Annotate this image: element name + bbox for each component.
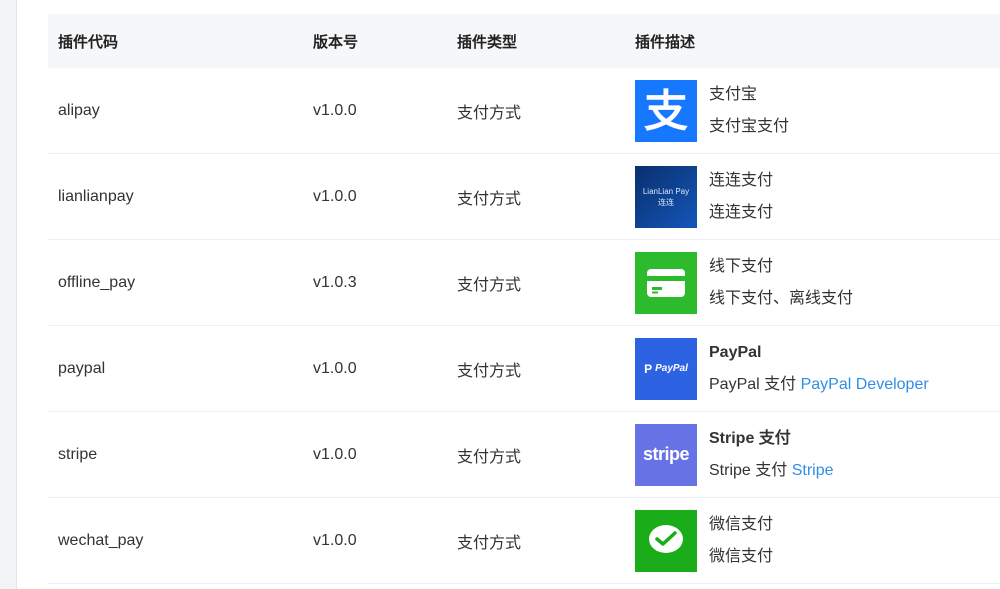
plugin-description: 线下支付 线下支付、离线支付 [625, 251, 1000, 314]
plugin-version: v1.0.0 [313, 531, 357, 549]
header-plugin-code: 插件代码 [58, 33, 119, 51]
paypal-developer-link[interactable]: PayPal Developer [801, 376, 929, 393]
plugin-title: PayPal [709, 343, 762, 361]
wechat-pay-icon [649, 524, 683, 553]
alipay-logo-icon: 支 [635, 79, 697, 142]
plugin-desc: Stripe 支付 Stripe [709, 461, 834, 479]
plugin-code: wechat_pay [58, 531, 144, 549]
plugin-title: 微信支付 [709, 515, 774, 533]
plugin-type: 支付方式 [457, 534, 522, 552]
stripe-logo-icon: stripe [635, 423, 697, 486]
plugin-desc: PayPal 支付 PayPal Developer [709, 375, 929, 393]
plugin-desc: 微信支付 [709, 547, 774, 565]
plugin-title: Stripe 支付 [709, 429, 791, 447]
plugin-description: LianLian Pay 连连 连连支付 连连支付 [625, 165, 1000, 228]
table-row[interactable]: offline_pay v1.0.3 支付方式 线下支付 线下支付、离线支付 [48, 240, 1000, 326]
plugin-type: 支付方式 [457, 448, 522, 466]
plugin-code: alipay [58, 101, 100, 119]
table-row[interactable]: stripe v1.0.0 支付方式 stripe Stripe 支付 Stri… [48, 412, 1000, 498]
header-plugin-type: 插件类型 [457, 33, 518, 51]
plugin-description: P PayPal PayPal PayPal 支付 PayPal Develop… [625, 337, 1000, 400]
plugin-description: 支 支付宝 支付宝支付 [625, 79, 1000, 142]
plugin-code: paypal [58, 359, 106, 377]
alipay-glyph-icon: 支 [644, 86, 688, 137]
plugin-type: 支付方式 [457, 362, 522, 380]
plugin-type: 支付方式 [457, 190, 522, 208]
plugin-desc: 连连支付 [709, 203, 774, 221]
plugin-code: stripe [58, 445, 98, 463]
svg-text:支: 支 [644, 86, 688, 137]
left-sidebar-strip [0, 0, 17, 589]
header-version: 版本号 [313, 33, 359, 51]
plugin-title: 连连支付 [709, 171, 774, 189]
plugin-version: v1.0.0 [313, 445, 357, 463]
plugin-description: 微信支付 微信支付 [625, 509, 1000, 572]
table-row[interactable]: alipay v1.0.0 支付方式 支 支付宝 支付宝支付 [48, 68, 1000, 154]
plugin-code: lianlianpay [58, 187, 134, 205]
plugin-desc: 线下支付、离线支付 [709, 289, 854, 307]
table-header: 插件代码 版本号 插件类型 插件描述 [48, 14, 1000, 68]
plugin-type: 支付方式 [457, 276, 522, 294]
plugin-version: v1.0.0 [313, 359, 357, 377]
plugin-version: v1.0.3 [313, 273, 357, 291]
plugin-code: offline_pay [58, 273, 136, 291]
header-plugin-description: 插件描述 [635, 33, 696, 51]
plugin-version: v1.0.0 [313, 187, 357, 205]
plugin-description: stripe Stripe 支付 Stripe 支付 Stripe [625, 423, 1000, 486]
plugin-title: 支付宝 [709, 85, 758, 103]
lianlianpay-logo-icon: LianLian Pay 连连 [635, 165, 697, 228]
paypal-logo-icon: P PayPal [635, 337, 697, 400]
stripe-link[interactable]: Stripe [792, 462, 834, 479]
plugin-table: 插件代码 版本号 插件类型 插件描述 alipay v1.0.0 支付方式 支 … [48, 14, 1000, 584]
table-row[interactable]: wechat_pay v1.0.0 支付方式 微信支付 微信支付 [48, 498, 1000, 584]
plugin-desc: 支付宝支付 [709, 117, 790, 135]
credit-card-icon [647, 268, 685, 297]
wechat-logo-icon [635, 509, 697, 572]
plugin-version: v1.0.0 [313, 101, 357, 119]
card-logo-icon [635, 251, 697, 314]
table-row[interactable]: lianlianpay v1.0.0 支付方式 LianLian Pay 连连 … [48, 154, 1000, 240]
plugin-title: 线下支付 [709, 257, 774, 275]
plugin-type: 支付方式 [457, 104, 522, 122]
table-row[interactable]: paypal v1.0.0 支付方式 P PayPal PayPal PayPa… [48, 326, 1000, 412]
